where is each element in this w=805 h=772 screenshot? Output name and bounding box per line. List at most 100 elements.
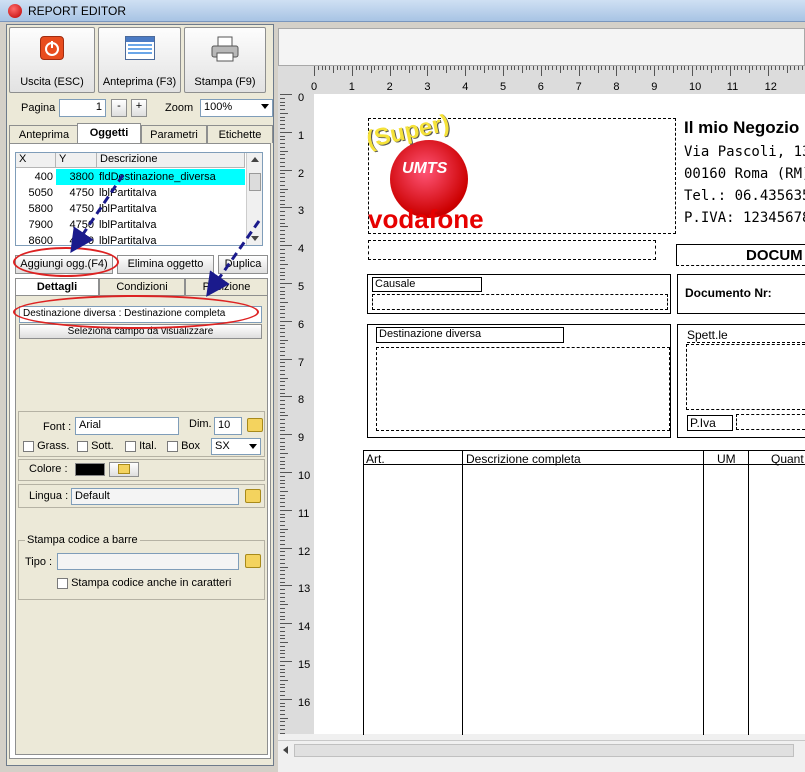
- folder-icon[interactable]: [245, 489, 261, 503]
- ruler-tick: [695, 66, 697, 70]
- horizontal-scrollbar[interactable]: [278, 740, 805, 760]
- font-input[interactable]: Arial: [75, 417, 179, 435]
- ruler-tick: [737, 66, 739, 70]
- ruler-tick: [280, 207, 292, 209]
- shop-phone[interactable]: Tel.: 06.435635 F: [684, 188, 805, 204]
- ruler-tick: [280, 124, 285, 126]
- ruler-number: 9: [298, 432, 305, 445]
- ruler-tick: [280, 154, 285, 156]
- ruler-tick: [465, 66, 467, 76]
- ruler-tick: [280, 369, 285, 371]
- ruler-tick: [676, 66, 678, 70]
- vat-field[interactable]: [736, 414, 805, 430]
- causale-field[interactable]: [372, 294, 668, 310]
- vat-label[interactable]: P.Iva: [687, 415, 733, 431]
- report-page[interactable]: (Super) UMTS vodafone Il mio Negozio Via…: [314, 94, 805, 735]
- ruler-number: 10: [298, 470, 311, 482]
- language-input[interactable]: Default: [71, 488, 239, 505]
- ruler-tick: [586, 66, 588, 70]
- ruler-tick: [778, 66, 780, 70]
- ruler-tick: [280, 638, 285, 640]
- ruler-tick: [419, 66, 421, 70]
- ruler-tick: [280, 211, 285, 213]
- ruler-tick: [280, 290, 285, 292]
- ruler-tick: [707, 66, 709, 70]
- ruler-tick: [344, 66, 346, 70]
- document-number-label[interactable]: Documento Nr:: [685, 286, 772, 300]
- color-folder-button[interactable]: [109, 462, 139, 477]
- print-chars-check[interactable]: Stampa codice anche in caratteri: [57, 577, 231, 589]
- shop-vat[interactable]: P.IVA: 123456789: [684, 210, 805, 226]
- ruler-tick: [280, 611, 285, 613]
- ruler-tick: [280, 301, 288, 303]
- ruler-tick: [503, 66, 504, 76]
- folder-icon[interactable]: [247, 418, 263, 432]
- ruler-tick: [280, 283, 292, 284]
- ruler-tick: [317, 66, 319, 70]
- ruler-tick: [280, 570, 285, 572]
- ruler-tick: [280, 94, 292, 95]
- ruler-tick: [280, 101, 285, 103]
- causale-label[interactable]: Causale: [372, 277, 482, 292]
- left-panel: Uscita (ESC) Anteprima (F3) Stampa (F9) …: [6, 24, 274, 766]
- ruler-tick: [537, 66, 539, 70]
- ruler-tick: [280, 343, 285, 345]
- customer-field[interactable]: [686, 344, 805, 410]
- shop-city[interactable]: 00160 Roma (RM): [684, 166, 805, 182]
- empty-field-box[interactable]: [368, 240, 656, 260]
- col-quantity[interactable]: Quant: [771, 452, 804, 466]
- col-description[interactable]: Descrizione completa: [466, 452, 581, 466]
- ruler-tick: [280, 456, 285, 458]
- ruler-tick: [280, 710, 285, 712]
- ruler-tick: [397, 66, 399, 70]
- folder-icon[interactable]: [245, 554, 261, 568]
- italic-check[interactable]: Ital.: [125, 440, 157, 452]
- ruler-number: 14: [298, 621, 311, 634]
- ruler-tick: [280, 203, 285, 205]
- ruler-tick: [548, 66, 550, 70]
- ruler-tick: [280, 679, 288, 681]
- ruler-tick: [623, 66, 625, 70]
- ruler-tick: [374, 66, 376, 70]
- box-check[interactable]: Box: [167, 440, 200, 452]
- items-table[interactable]: Art. Descrizione completa UM Quant: [363, 450, 805, 735]
- ruler-tick: [408, 66, 410, 73]
- ruler-tick: [280, 540, 285, 542]
- color-swatch[interactable]: [75, 463, 105, 476]
- ruler-tick: [729, 66, 731, 76]
- ruler-tick: [688, 66, 690, 70]
- ruler-tick: [280, 453, 288, 455]
- ruler-tick: [378, 66, 380, 70]
- scroll-track[interactable]: [294, 744, 794, 757]
- ruler-tick: [650, 66, 652, 70]
- destination-field[interactable]: [376, 347, 670, 431]
- shop-name[interactable]: Il mio Negozio: [684, 118, 799, 138]
- align-select[interactable]: SX: [211, 438, 261, 455]
- dim-input[interactable]: 10: [214, 417, 242, 435]
- ruler-tick: [639, 66, 641, 70]
- ruler-tick: [280, 294, 285, 296]
- col-art[interactable]: Art.: [366, 452, 385, 466]
- ruler-tick: [280, 426, 285, 428]
- bold-check[interactable]: Grass.: [23, 440, 69, 452]
- shop-address[interactable]: Via Pascoli, 13: [684, 144, 805, 160]
- ruler-number: 4: [462, 81, 469, 93]
- ruler-tick: [280, 256, 285, 258]
- col-um[interactable]: UM: [717, 452, 736, 466]
- underline-check[interactable]: Sott.: [77, 440, 114, 452]
- destination-label[interactable]: Destinazione diversa: [376, 327, 564, 343]
- scroll-left-icon[interactable]: [283, 746, 288, 754]
- customer-label[interactable]: Spett.le: [687, 328, 805, 343]
- ruler-number: 5: [298, 281, 305, 293]
- ruler-tick: [533, 66, 535, 70]
- ruler-tick: [280, 131, 292, 133]
- ruler-tick: [280, 445, 285, 447]
- barcode-type-input[interactable]: [57, 553, 239, 570]
- ruler-tick: [529, 66, 531, 70]
- ruler-tick: [280, 717, 288, 719]
- ruler-number: 5: [500, 81, 507, 93]
- ruler-tick: [431, 66, 433, 70]
- ruler-tick: [631, 66, 633, 70]
- table-header-row: [363, 451, 805, 465]
- ruler-tick: [280, 506, 285, 508]
